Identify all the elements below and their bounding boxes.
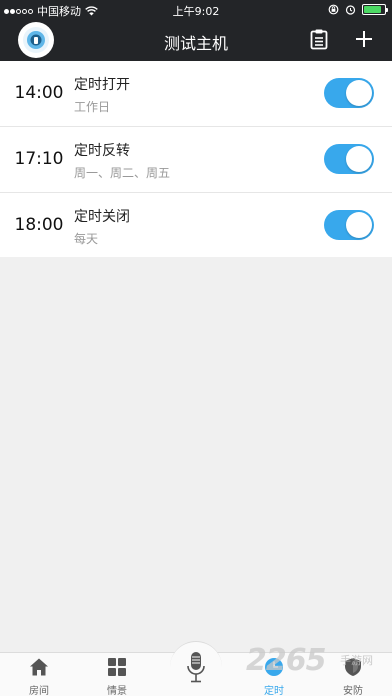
app-header: 中国移动 上午9:02 测试主机 [0,0,392,61]
timer-time: 14:00 [14,83,64,103]
status-right [322,4,388,15]
status-bar: 中国移动 上午9:02 [0,0,392,20]
toggle-knob [346,80,372,106]
watermark-subtitle: 手游网 [340,654,373,667]
tab-label: 房间 [29,686,49,696]
clipboard-icon[interactable] [308,28,330,50]
plus-icon[interactable] [352,27,376,51]
tab-label: 情景 [107,686,127,696]
battery-icon [362,4,388,15]
timer-repeat: 周一、周二、周五 [74,166,171,180]
timer-name: 定时打开 [74,77,130,93]
timer-toggle[interactable] [324,210,374,240]
timer-name: 定时关闭 [74,209,130,225]
timer-repeat: 工作日 [74,100,111,114]
grid-icon [108,658,126,676]
tab-label: 安防 [343,686,363,696]
timer-row[interactable]: 14:00 定时打开 工作日 [0,61,392,127]
watermark-logo: 2265 [246,643,326,678]
tab-scenes[interactable]: 情景 [78,653,156,696]
tab-label: 定时 [264,686,284,696]
tab-bar: 房间 情景 定时 安防 [0,641,392,696]
battery-level [364,6,381,13]
home-icon [30,658,48,676]
timer-list: 14:00 定时打开 工作日 17:10 定时反转 周一、周二、周五 18:00… [0,61,392,257]
timer-row[interactable]: 18:00 定时关闭 每天 [0,193,392,257]
timer-time: 17:10 [14,149,64,169]
toggle-knob [346,146,372,172]
toggle-knob [346,212,372,238]
timer-row[interactable]: 17:10 定时反转 周一、周二、周五 [0,127,392,193]
timer-toggle[interactable] [324,144,374,174]
tab-rooms[interactable]: 房间 [0,653,78,696]
rotation-lock-icon [328,4,339,15]
alarm-icon [345,5,356,15]
tab-voice[interactable] [157,652,235,696]
microphone-icon [187,652,205,683]
timer-repeat: 每天 [74,232,99,246]
timer-time: 18:00 [14,215,64,235]
page-title: 测试主机 [163,34,228,53]
timer-toggle[interactable] [324,78,374,108]
timer-name: 定时反转 [74,143,130,159]
